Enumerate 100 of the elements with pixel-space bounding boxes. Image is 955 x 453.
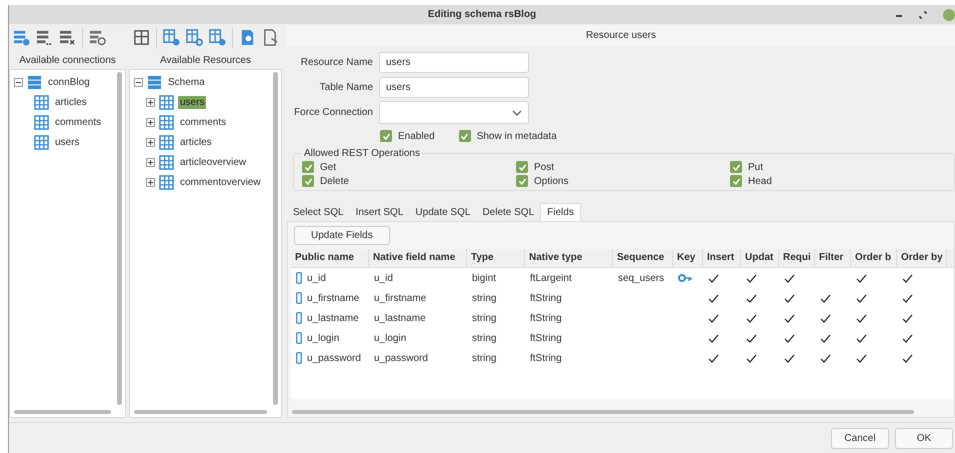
window-title: Editing schema rsBlog — [428, 9, 536, 20]
table-icon — [34, 114, 49, 130]
expand-toggle[interactable] — [146, 118, 155, 126]
table-cell: u_password — [307, 352, 361, 364]
expand-toggle[interactable] — [146, 158, 155, 166]
database-delete-icon[interactable] — [59, 29, 76, 46]
checkbox[interactable] — [302, 161, 314, 173]
tab[interactable]: Fields — [540, 203, 581, 221]
field-icon — [296, 292, 302, 304]
database-edit-icon[interactable] — [36, 29, 53, 46]
table-cell: string — [472, 292, 496, 304]
table-cell: string — [472, 332, 496, 344]
group-title: Allowed REST Operations — [303, 148, 421, 159]
scrollbar[interactable] — [273, 72, 278, 405]
tree-item[interactable]: comments — [178, 116, 228, 128]
database-add-icon[interactable] — [13, 29, 30, 46]
table-cell: u_login — [307, 332, 340, 344]
table-remove-icon[interactable] — [209, 29, 226, 46]
table-cell: u_id — [307, 272, 326, 284]
field-icon — [296, 332, 302, 344]
table-cell: u_lastname — [374, 312, 426, 324]
expand-toggle[interactable] — [146, 138, 155, 146]
table-cell: string — [472, 312, 496, 324]
checkbox[interactable] — [516, 175, 528, 187]
column-header[interactable]: Order by — [897, 249, 947, 267]
column-header[interactable]: Public name — [291, 249, 369, 267]
table-icon — [34, 134, 49, 150]
checkbox[interactable] — [730, 175, 742, 187]
update-fields-button[interactable]: Update Fields — [294, 226, 390, 245]
column-header[interactable]: Key — [673, 249, 703, 267]
tree-item[interactable]: articleoverview — [178, 156, 248, 168]
table-cell: string — [472, 352, 496, 364]
table-add-icon[interactable] — [163, 29, 180, 46]
column-header[interactable]: Requi — [779, 249, 815, 267]
input-field[interactable]: users — [379, 77, 529, 98]
field-label: Resource Name — [300, 56, 373, 70]
collapse-toggle[interactable] — [134, 78, 143, 86]
table-cell: bigint — [472, 272, 496, 284]
collapse-toggle[interactable] — [14, 78, 23, 86]
checkbox-label: Put — [748, 162, 764, 172]
database-refresh-icon[interactable] — [89, 29, 106, 46]
column-header[interactable]: Updat — [741, 249, 779, 267]
tree-item[interactable]: connBlog — [46, 76, 92, 88]
table-cell: u_firstname — [374, 292, 426, 304]
column-header[interactable]: Sequence — [613, 249, 673, 267]
checkbox[interactable] — [730, 161, 742, 173]
tree-item[interactable]: comments — [53, 116, 104, 128]
table-icon — [159, 94, 174, 110]
field-label: Table Name — [318, 80, 373, 94]
scrollbar[interactable] — [117, 72, 122, 405]
checkbox[interactable] — [380, 130, 392, 142]
scrollbar[interactable] — [14, 410, 111, 414]
tree-item[interactable]: commentoverview — [178, 176, 263, 188]
checkbox[interactable] — [302, 175, 314, 187]
tree-item[interactable]: users — [178, 96, 206, 108]
scrollbar[interactable] — [134, 410, 267, 414]
input-field[interactable]: users — [379, 52, 529, 73]
checkbox-label: Options — [534, 176, 568, 186]
table-cell: ftString — [530, 292, 562, 304]
table-settings-icon[interactable] — [186, 29, 203, 46]
field-label: Force Connection — [293, 106, 373, 120]
layout-icon[interactable] — [133, 29, 150, 46]
close-icon[interactable] — [943, 9, 955, 21]
tab[interactable]: Delete SQL — [476, 203, 540, 221]
panel-label: Available Resources — [159, 54, 252, 68]
table-cell: u_lastname — [307, 312, 359, 324]
table-cell: u_firstname — [307, 292, 360, 304]
tree-item[interactable]: articles — [53, 96, 89, 108]
tree-item[interactable]: articles — [178, 136, 214, 148]
expand-toggle[interactable] — [146, 178, 155, 186]
checkbox[interactable] — [458, 130, 471, 142]
database-icon — [147, 74, 162, 90]
table-icon — [159, 134, 174, 150]
table-cell: u_id — [374, 272, 393, 284]
document-export-icon[interactable] — [262, 29, 279, 46]
column-header[interactable]: Native type — [525, 249, 613, 267]
column-header[interactable]: Order b — [851, 249, 897, 267]
scrollbar[interactable] — [292, 410, 914, 414]
column-header[interactable]: Type — [467, 249, 525, 267]
column-header[interactable]: Insert — [703, 249, 741, 267]
expand-toggle[interactable] — [146, 98, 155, 106]
cancel-button[interactable]: Cancel — [831, 428, 889, 448]
field-icon — [296, 352, 302, 364]
checkbox-label: Get — [320, 162, 336, 172]
tab[interactable]: Update SQL — [409, 203, 476, 221]
field-icon — [296, 312, 302, 324]
table-cell: ftString — [530, 352, 562, 364]
checkbox-label: Enabled — [398, 130, 435, 142]
table-icon — [159, 174, 174, 190]
column-header[interactable]: Filter — [815, 249, 851, 267]
tab[interactable]: Insert SQL — [350, 203, 410, 221]
document-add-icon[interactable] — [239, 29, 256, 46]
tab[interactable]: Select SQL — [287, 203, 350, 221]
tree-item[interactable]: users — [53, 136, 82, 148]
column-header[interactable]: Native field name — [369, 249, 467, 267]
checkbox[interactable] — [516, 161, 528, 173]
ok-button[interactable]: OK — [895, 428, 953, 448]
tree-item[interactable]: Schema — [166, 76, 207, 88]
table-icon — [159, 114, 174, 130]
maximize-icon[interactable] — [919, 11, 927, 19]
